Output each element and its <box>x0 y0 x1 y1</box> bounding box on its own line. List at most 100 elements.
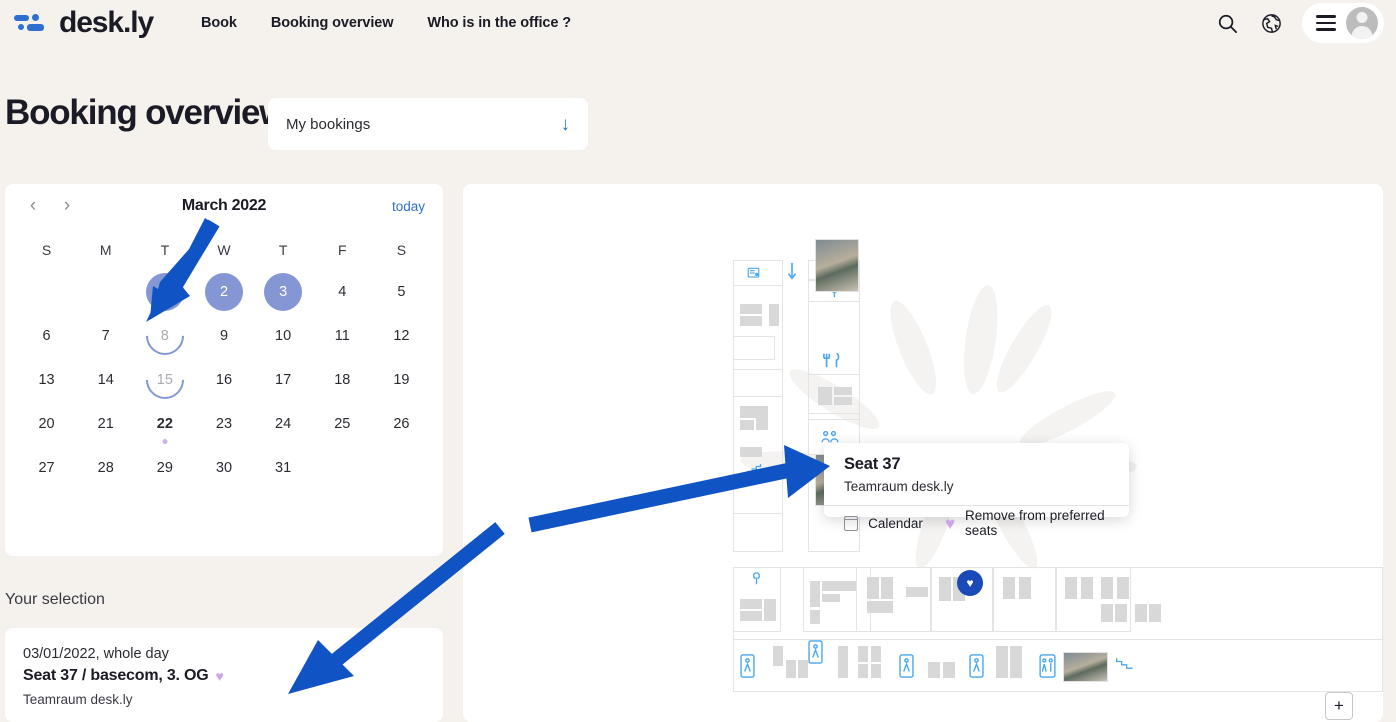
floor-desk <box>881 577 893 599</box>
floor-room <box>733 369 783 397</box>
floor-desk <box>858 646 868 662</box>
calendar-day-9[interactable]: 9 <box>194 314 253 358</box>
plug-icon <box>749 572 763 586</box>
floor-desk <box>867 601 893 613</box>
calendar-day-16[interactable]: 16 <box>194 358 253 402</box>
floor-desk <box>773 646 783 666</box>
heart-icon[interactable]: ♥ <box>945 515 955 532</box>
calendar-day-21[interactable]: 21 <box>76 402 135 446</box>
calendar-day-number: 31 <box>275 460 292 476</box>
avatar[interactable] <box>1346 7 1378 39</box>
globe-icon[interactable] <box>1258 10 1284 36</box>
floor-desk <box>740 304 762 314</box>
floor-desk <box>858 664 868 678</box>
nav-item-booking-overview[interactable]: Booking overview <box>271 15 394 31</box>
calendar-day-7[interactable]: 7 <box>76 314 135 358</box>
calendar-day-29[interactable]: 29 <box>135 446 194 490</box>
calendar-day-number: 18 <box>334 372 351 388</box>
nav-actions <box>1214 3 1396 43</box>
calendar-day-22[interactable]: 22 <box>135 402 194 446</box>
brand-logo[interactable]: desk.ly <box>14 6 154 40</box>
calendar-day-26[interactable]: 26 <box>372 402 431 446</box>
restroom-icon[interactable] <box>739 654 755 678</box>
calendar-day-3[interactable]: 3 <box>254 270 313 314</box>
stairs-icon <box>1115 656 1135 672</box>
bookings-filter-select[interactable]: My bookings ↓ <box>268 98 588 150</box>
restroom-icon[interactable] <box>968 654 984 678</box>
floor-desk <box>871 664 881 678</box>
page-title: Booking overview <box>5 93 287 132</box>
calendar-blank-cell <box>76 270 135 314</box>
calendar-day-13[interactable]: 13 <box>17 358 76 402</box>
calendar-day-1[interactable]: 1 <box>135 270 194 314</box>
floor-desk <box>740 447 762 457</box>
floor-desk <box>818 387 832 405</box>
nav-item-who-is-in-the-office[interactable]: Who is in the office ? <box>427 15 571 31</box>
floor-desk <box>1065 577 1077 599</box>
calendar-day-number: 25 <box>334 416 351 432</box>
tooltip-body: Seat 37 Teamraum desk.ly <box>824 443 1129 501</box>
tooltip-remove-preferred-seat[interactable]: Remove from preferred seats <box>965 508 1129 538</box>
calendar-day-number: 17 <box>275 372 292 388</box>
printer-icon[interactable] <box>745 266 761 280</box>
calendar-dow-3: W <box>217 242 231 258</box>
calendar-day-5[interactable]: 5 <box>372 270 431 314</box>
your-selection-heading: Your selection <box>5 591 105 608</box>
calendar-day-14[interactable]: 14 <box>76 358 135 402</box>
calendar-day-18[interactable]: 18 <box>313 358 372 402</box>
calendar-day-23[interactable]: 23 <box>194 402 253 446</box>
calendar-day-15[interactable]: 15 <box>135 353 194 407</box>
search-icon[interactable] <box>1214 10 1240 36</box>
calendar-day-number: 11 <box>334 328 350 344</box>
meeting-icon[interactable] <box>821 430 839 444</box>
selection-card[interactable]: 03/01/2022, whole day Seat 37 / basecom,… <box>5 628 443 722</box>
calendar-day-number: 21 <box>97 416 114 432</box>
calendar-today-button[interactable]: today <box>392 199 425 214</box>
restroom-icon[interactable] <box>1038 654 1056 678</box>
calendar-day-20[interactable]: 20 <box>17 402 76 446</box>
floor-desk <box>834 387 852 395</box>
room-photo-thumbnail[interactable] <box>815 239 859 292</box>
restroom-icon[interactable] <box>898 654 914 678</box>
calendar-day-number: 27 <box>38 460 55 476</box>
calendar-day-number: 8 <box>160 328 169 344</box>
calendar-day-17[interactable]: 17 <box>254 358 313 402</box>
calendar-day-4[interactable]: 4 <box>313 270 372 314</box>
calendar-day-11[interactable]: 11 <box>313 314 372 358</box>
floor-desk <box>1019 577 1031 599</box>
seat-tooltip[interactable]: Seat 37 Teamraum desk.ly Calendar ♥ Remo… <box>824 443 1129 538</box>
calendar-day-2[interactable]: 2 <box>194 270 253 314</box>
hamburger-icon[interactable] <box>1316 15 1336 31</box>
favorite-seat-pin[interactable]: ♥ <box>957 570 983 596</box>
calendar-card: ‹ › March 2022 today S M T W T F S 1 2 3 4 5 6 7 8 9 10 1… <box>5 184 443 556</box>
tooltip-calendar-link[interactable]: Calendar <box>868 516 923 531</box>
calendar-day-24[interactable]: 24 <box>254 402 313 446</box>
page-header: Booking overview My bookings ↓ <box>0 93 1396 165</box>
restroom-icon[interactable] <box>807 640 823 664</box>
arrow-down-icon <box>785 262 799 280</box>
floor-desk <box>740 316 762 326</box>
floor-desk <box>756 406 768 430</box>
floor-desk <box>906 587 928 597</box>
calendar-day-12[interactable]: 12 <box>372 314 431 358</box>
floor-desk <box>740 611 762 621</box>
floor-desk <box>786 660 796 678</box>
cutlery-icon[interactable] <box>821 351 843 369</box>
calendar-day-27[interactable]: 27 <box>17 446 76 490</box>
calendar-day-28[interactable]: 28 <box>76 446 135 490</box>
floor-room <box>733 336 775 360</box>
floor-desk <box>1101 577 1113 599</box>
calendar-day-6[interactable]: 6 <box>17 314 76 358</box>
calendar-day-31[interactable]: 31 <box>254 446 313 490</box>
calendar-day-19[interactable]: 19 <box>372 358 431 402</box>
calendar-dow-0: S <box>41 242 52 258</box>
calendar-day-30[interactable]: 30 <box>194 446 253 490</box>
nav-item-book[interactable]: Book <box>201 15 237 31</box>
calendar-day-10[interactable]: 10 <box>254 314 313 358</box>
room-photo-thumbnail[interactable] <box>1063 652 1108 682</box>
floor-desk <box>928 662 940 678</box>
calendar-day-number: 20 <box>38 416 55 432</box>
calendar-day-8[interactable]: 8 <box>135 309 194 363</box>
map-zoom-in-button[interactable]: + <box>1325 692 1353 720</box>
calendar-day-25[interactable]: 25 <box>313 402 372 446</box>
